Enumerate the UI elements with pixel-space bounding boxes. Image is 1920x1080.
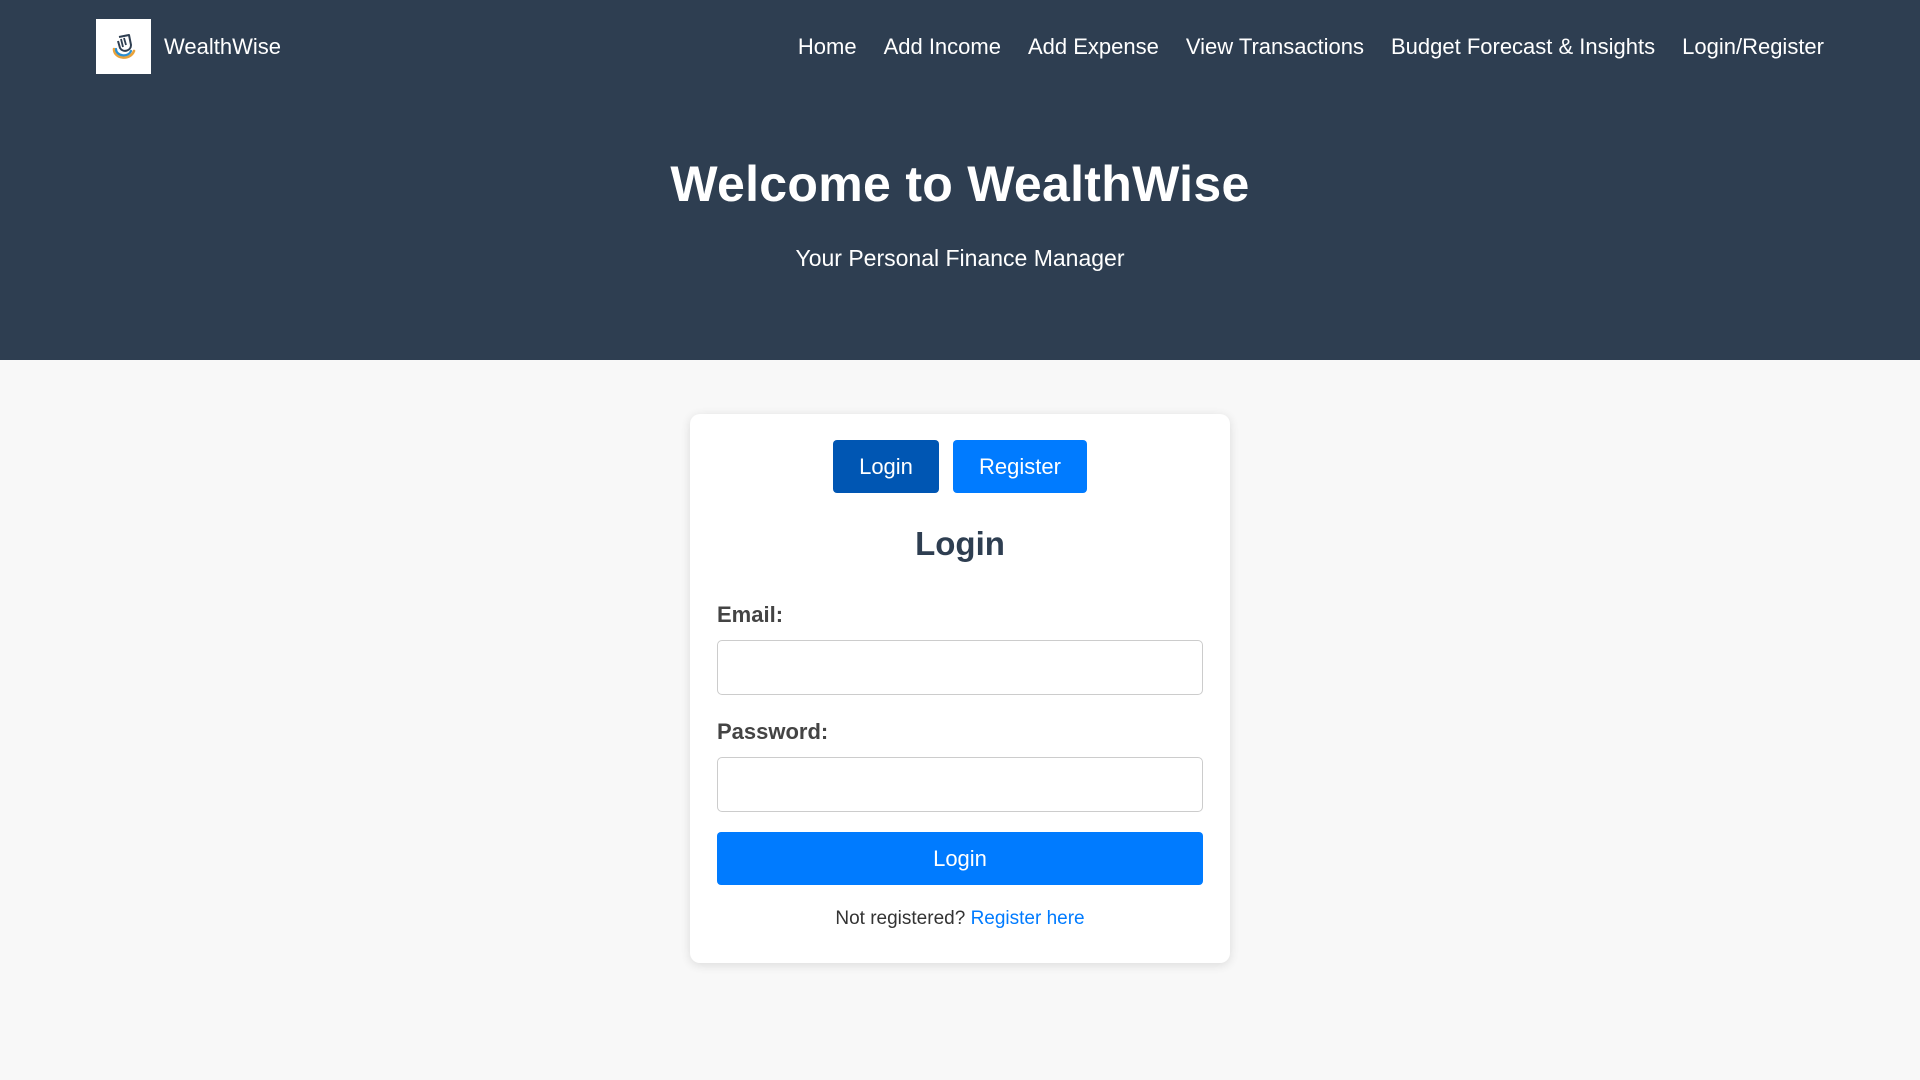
auth-card: Login Register Login Email: Password: Lo…	[690, 414, 1230, 963]
register-prompt-text: Not registered?	[835, 908, 966, 929]
hero-subtitle: Your Personal Finance Manager	[795, 245, 1125, 271]
email-field[interactable]	[717, 640, 1203, 695]
brand-name[interactable]: WealthWise	[164, 34, 281, 60]
wallet-hand-icon[interactable]	[96, 19, 151, 74]
register-here-link[interactable]: Register here	[971, 908, 1085, 929]
form-title: Login	[915, 525, 1005, 562]
password-field[interactable]	[717, 757, 1203, 812]
auth-toggle: Login Register	[690, 440, 1230, 493]
password-label: Password:	[717, 719, 829, 744]
page-header: WealthWise Home Add Income Add Expense V…	[0, 0, 1920, 360]
navbar: WealthWise Home Add Income Add Expense V…	[96, 19, 1824, 74]
nav-login-register[interactable]: Login/Register	[1682, 34, 1824, 60]
nav-add-expense[interactable]: Add Expense	[1028, 34, 1159, 60]
login-submit-button[interactable]: Login	[717, 832, 1203, 885]
brand[interactable]: WealthWise	[96, 19, 281, 74]
nav-home[interactable]: Home	[798, 34, 857, 60]
email-label: Email:	[717, 602, 784, 627]
nav-add-income[interactable]: Add Income	[884, 34, 1001, 60]
nav-links: Home Add Income Add Expense View Transac…	[771, 34, 1824, 60]
tab-register-button[interactable]: Register	[953, 440, 1087, 493]
hero-title: Welcome to WealthWise	[670, 156, 1250, 212]
tab-login-button[interactable]: Login	[833, 440, 939, 493]
register-prompt: Not registered? Register here	[690, 908, 1230, 930]
nav-budget-forecast[interactable]: Budget Forecast & Insights	[1391, 34, 1655, 60]
nav-view-transactions[interactable]: View Transactions	[1186, 34, 1364, 60]
